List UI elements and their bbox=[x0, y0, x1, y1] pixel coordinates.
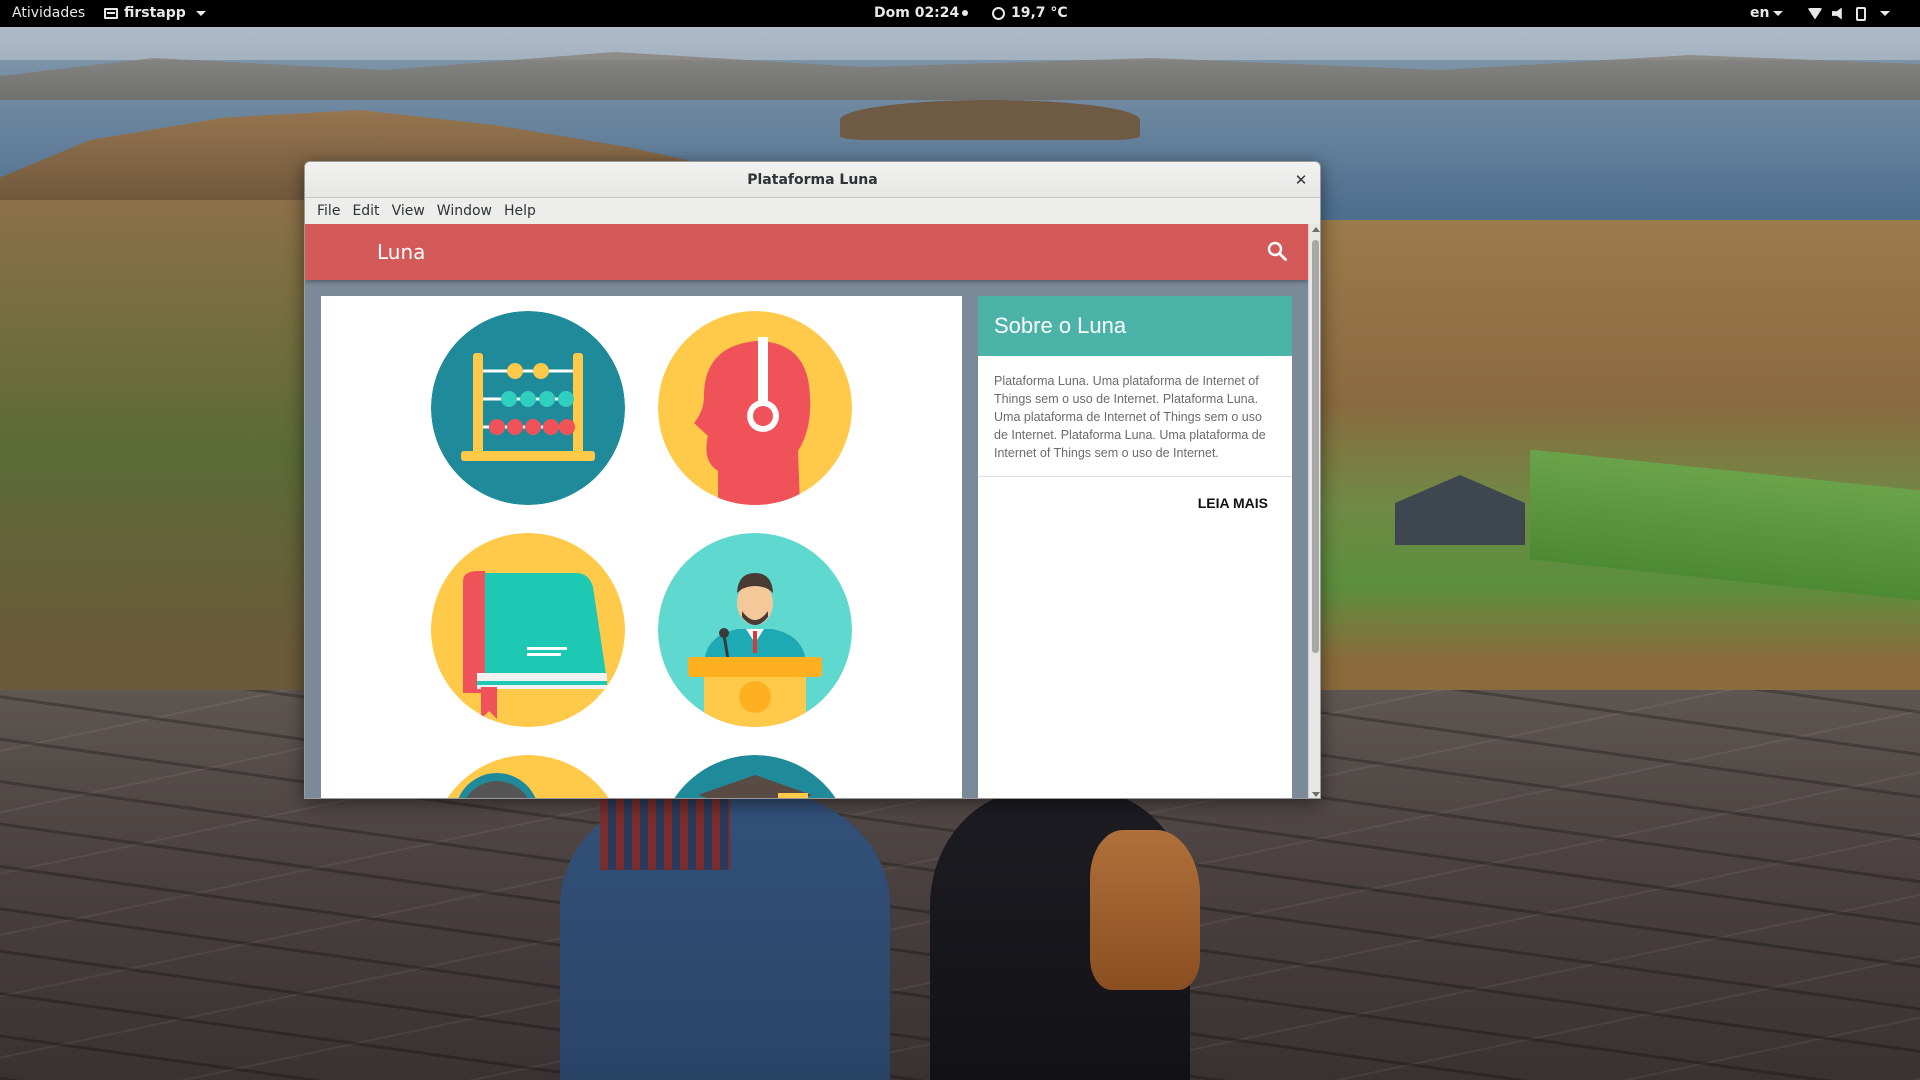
menu-view[interactable]: View bbox=[386, 198, 431, 224]
partial-tile-icon bbox=[447, 755, 609, 798]
abacus-icon bbox=[431, 311, 625, 505]
about-card-text: Plataforma Luna. Uma plataforma de Inter… bbox=[978, 356, 1292, 477]
notification-dot-icon bbox=[962, 10, 969, 16]
activities-button[interactable]: Atividades bbox=[12, 0, 85, 27]
wifi-icon bbox=[1808, 8, 1822, 20]
menu-bar: File Edit View Window Help bbox=[305, 198, 1320, 224]
tile-partial-left[interactable] bbox=[431, 755, 625, 798]
about-card: Sobre o Luna Plataforma Luna. Uma plataf… bbox=[978, 296, 1292, 798]
top-bar: Atividades firstapp Dom 02:24 19,7 °C en bbox=[0, 0, 1920, 27]
power-icon bbox=[1856, 6, 1866, 21]
app-menu-label: firstapp bbox=[124, 5, 186, 21]
weather-icon bbox=[992, 7, 1005, 20]
volume-icon bbox=[1832, 7, 1842, 20]
scroll-down-icon[interactable] bbox=[1312, 792, 1320, 797]
app-toolbar: Luna bbox=[305, 224, 1308, 280]
wallpaper-boot bbox=[1090, 830, 1200, 990]
tile-headphones[interactable] bbox=[658, 311, 852, 505]
wallpaper-small-island bbox=[840, 100, 1140, 140]
vertical-scrollbar[interactable] bbox=[1308, 224, 1320, 798]
tile-speaker[interactable] bbox=[658, 533, 852, 727]
app-window: Plataforma Luna ✕ File Edit View Window … bbox=[304, 161, 1321, 799]
tile-book[interactable] bbox=[431, 533, 625, 727]
weather-button[interactable]: 19,7 °C bbox=[992, 0, 1068, 27]
language-label: en bbox=[1750, 5, 1770, 21]
wallpaper-plaid-shirt bbox=[600, 790, 730, 870]
app-content: Luna Sobre o Luna Plataforma Luna. Uma p… bbox=[305, 224, 1308, 798]
book-icon bbox=[431, 533, 625, 727]
clock-button[interactable]: Dom 02:24 bbox=[874, 0, 969, 27]
tile-abacus[interactable] bbox=[431, 311, 625, 505]
app-title: Luna bbox=[377, 240, 426, 264]
tile-partial-right[interactable] bbox=[658, 755, 852, 798]
search-icon bbox=[1267, 241, 1287, 261]
menu-window[interactable]: Window bbox=[431, 198, 498, 224]
graduation-cap-icon bbox=[674, 755, 836, 798]
read-more-button[interactable]: LEIA MAIS bbox=[978, 477, 1292, 511]
window-titlebar[interactable]: Plataforma Luna ✕ bbox=[305, 162, 1320, 198]
headphones-head-icon bbox=[658, 311, 852, 505]
window-title: Plataforma Luna bbox=[747, 172, 878, 188]
weather-label: 19,7 °C bbox=[1011, 5, 1068, 21]
scrollbar-thumb[interactable] bbox=[1312, 240, 1319, 653]
about-card-title: Sobre o Luna bbox=[978, 296, 1292, 356]
chevron-down-icon bbox=[195, 11, 206, 16]
input-language-button[interactable]: en bbox=[1750, 0, 1784, 27]
speaker-podium-icon bbox=[658, 533, 852, 727]
menu-help[interactable]: Help bbox=[498, 198, 542, 224]
menu-edit[interactable]: Edit bbox=[346, 198, 385, 224]
app-menu-button[interactable]: firstapp bbox=[104, 0, 206, 27]
window-icon bbox=[104, 8, 118, 19]
course-grid bbox=[321, 296, 962, 798]
menu-file[interactable]: File bbox=[311, 198, 346, 224]
system-status-menu[interactable] bbox=[1808, 0, 1890, 27]
search-button[interactable] bbox=[1266, 240, 1288, 262]
chevron-down-icon bbox=[1773, 10, 1784, 16]
clock-label: Dom 02:24 bbox=[874, 5, 960, 21]
wallpaper-left-coast bbox=[0, 200, 320, 760]
scroll-up-icon[interactable] bbox=[1312, 227, 1320, 232]
chevron-down-icon bbox=[1880, 11, 1890, 16]
close-button[interactable]: ✕ bbox=[1292, 171, 1310, 189]
